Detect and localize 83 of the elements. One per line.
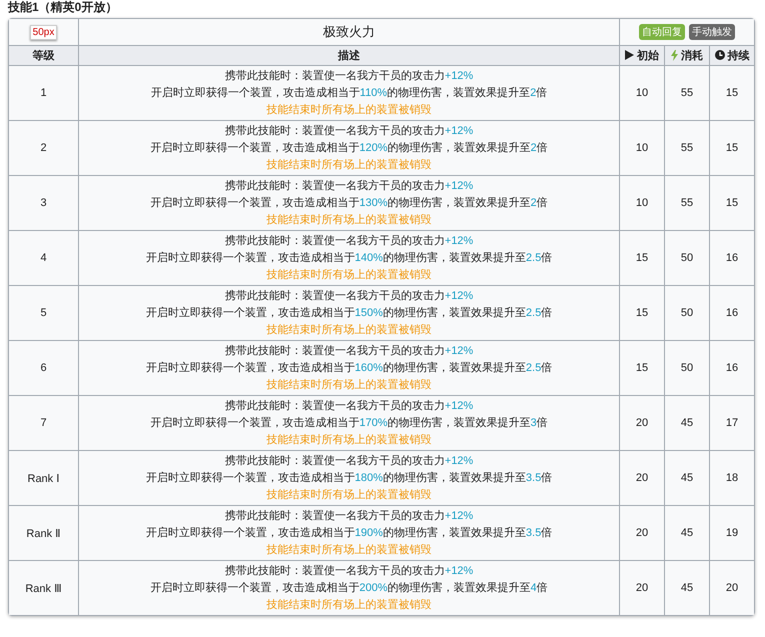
duration-cell: 16 — [726, 252, 738, 264]
description-note: 技能结束时所有场上的装置被销毁 — [266, 488, 432, 502]
duration-cell: 16 — [726, 362, 738, 374]
description-line: 开启时立即获得一个装置，攻击造成相当于190%的物理伤害，装置效果提升至3.5倍 — [144, 526, 554, 540]
lightning-icon — [671, 50, 678, 60]
description-line: 开启时立即获得一个装置，攻击造成相当于130%的物理伤害，装置效果提升至2倍 — [149, 196, 549, 210]
description-line: 开启时立即获得一个装置，攻击造成相当于200%的物理伤害，装置效果提升至4倍 — [149, 580, 549, 596]
duration-cell: 15 — [726, 197, 738, 209]
column-header: 持续 — [714, 48, 750, 63]
level-cell: 6 — [40, 362, 47, 374]
cost-cell: 50 — [680, 252, 694, 264]
duration-cell: 15 — [726, 142, 738, 154]
duration-cell: 16 — [726, 307, 738, 319]
skill-name: 极致火力 — [323, 24, 375, 39]
cost-cell: 55 — [680, 197, 694, 209]
initial-cell: 10 — [636, 87, 648, 99]
column-header: 描述 — [338, 48, 360, 63]
level-cell: 7 — [40, 417, 47, 429]
duration-cell: 15 — [726, 87, 738, 99]
description-note: 技能结束时所有场上的装置被销毁 — [266, 322, 432, 338]
description-line: 携带此技能时：装置使一名我方干员的攻击力+12% — [224, 398, 474, 414]
column-header: 等级 — [32, 48, 54, 63]
description-line: 携带此技能时：装置使一名我方干员的攻击力+12% — [224, 508, 474, 524]
section-heading: 技能1（精英0开放） — [8, 0, 118, 16]
level-cell: Rank Ⅲ — [25, 582, 62, 594]
description-line: 开启时立即获得一个装置，攻击造成相当于160%的物理伤害，装置效果提升至2.5倍 — [144, 360, 554, 376]
initial-cell: 15 — [636, 362, 648, 374]
initial-cell: 15 — [636, 307, 648, 319]
level-cell: Rank Ⅱ — [26, 528, 61, 540]
cost-cell: 55 — [680, 87, 694, 99]
play-icon — [625, 50, 634, 60]
cost-cell: 45 — [680, 472, 694, 484]
initial-cell: 20 — [636, 417, 648, 429]
level-cell: 1 — [40, 87, 47, 99]
cost-cell: 50 — [680, 307, 694, 319]
description-line: 携带此技能时：装置使一名我方干员的攻击力+12% — [224, 234, 474, 248]
description-line: 开启时立即获得一个装置，攻击造成相当于140%的物理伤害，装置效果提升至2.5倍 — [144, 250, 554, 266]
description-line: 携带此技能时：装置使一名我方干员的攻击力+12% — [224, 454, 474, 468]
duration-cell: 18 — [726, 472, 738, 484]
description-line: 开启时立即获得一个装置，攻击造成相当于110%的物理伤害，装置效果提升至2倍 — [150, 86, 548, 100]
cost-cell: 45 — [680, 527, 694, 539]
description-line: 携带此技能时：装置使一名我方干员的攻击力+12% — [224, 68, 474, 84]
description-line: 携带此技能时：装置使一名我方干员的攻击力+12% — [224, 564, 474, 578]
duration-cell: 19 — [726, 527, 738, 539]
column-header: 初始 — [625, 48, 659, 63]
description-line: 携带此技能时：装置使一名我方干员的攻击力+12% — [224, 124, 474, 138]
initial-cell: 20 — [636, 527, 648, 539]
description-line: 开启时立即获得一个装置，攻击造成相当于170%的物理伤害，装置效果提升至3倍 — [149, 416, 549, 430]
description-note: 技能结束时所有场上的装置被销毁 — [266, 212, 432, 228]
description-note: 技能结束时所有场上的装置被销毁 — [266, 102, 432, 118]
cost-cell: 55 — [680, 142, 694, 154]
cost-cell: 50 — [680, 362, 694, 374]
skill-tag: 手动触发 — [689, 24, 735, 40]
level-cell: 4 — [40, 252, 47, 264]
initial-cell: 20 — [636, 582, 648, 594]
cost-cell: 45 — [680, 582, 694, 594]
description-line: 携带此技能时：装置使一名我方干员的攻击力+12% — [224, 178, 474, 194]
initial-cell: 10 — [636, 197, 648, 209]
level-cell: 2 — [40, 142, 47, 154]
initial-cell: 20 — [636, 472, 648, 484]
level-cell: Rank Ⅰ — [28, 472, 60, 484]
clock-icon — [714, 50, 724, 60]
description-note: 技能结束时所有场上的装置被销毁 — [266, 378, 432, 392]
duration-cell: 20 — [726, 582, 738, 594]
description-line: 开启时立即获得一个装置，攻击造成相当于180%的物理伤害，装置效果提升至3.5倍 — [144, 470, 554, 486]
cost-cell: 45 — [680, 417, 694, 429]
level-cell: 3 — [40, 197, 47, 209]
description-note: 技能结束时所有场上的装置被销毁 — [266, 268, 432, 282]
skill-tag: 自动回复 — [639, 24, 685, 40]
duration-cell: 17 — [726, 417, 738, 429]
description-note: 技能结束时所有场上的装置被销毁 — [266, 158, 432, 172]
description-note: 技能结束时所有场上的装置被销毁 — [266, 542, 432, 558]
description-line: 携带此技能时：装置使一名我方干员的攻击力+12% — [224, 288, 474, 304]
description-note: 技能结束时所有场上的装置被销毁 — [266, 432, 432, 448]
initial-cell: 15 — [636, 252, 648, 264]
description-line: 开启时立即获得一个装置，攻击造成相当于150%的物理伤害，装置效果提升至2.5倍 — [144, 306, 554, 320]
description-note: 技能结束时所有场上的装置被销毁 — [266, 598, 432, 612]
initial-cell: 10 — [636, 142, 648, 154]
description-line: 开启时立即获得一个装置，攻击造成相当于120%的物理伤害，装置效果提升至2倍 — [149, 140, 549, 156]
level-cell: 5 — [40, 307, 47, 319]
description-line: 携带此技能时：装置使一名我方干员的攻击力+12% — [224, 344, 474, 358]
broken-image: 50px — [30, 24, 58, 40]
column-header: 消耗 — [671, 48, 703, 62]
